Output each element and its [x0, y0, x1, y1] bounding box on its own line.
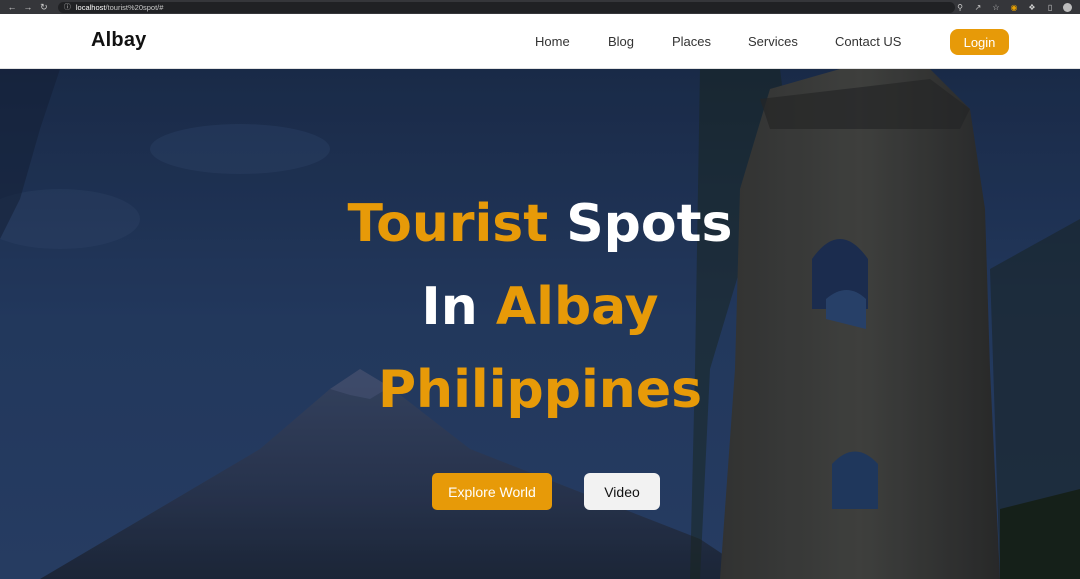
hero-title-line-1: Tourist Spots	[0, 194, 1080, 254]
nav-home[interactable]: Home	[535, 34, 570, 49]
hero-title-tourist: Tourist	[347, 194, 549, 254]
url-host: localhost	[75, 2, 106, 12]
back-arrow-icon[interactable]: ←	[4, 2, 20, 12]
info-icon[interactable]: ⓘ	[64, 2, 71, 12]
reload-icon[interactable]: ↻	[36, 2, 52, 13]
nav-services[interactable]: Services	[748, 34, 798, 49]
nav-blog[interactable]: Blog	[608, 34, 634, 49]
browser-actions: ⚲ ↗ ☆ ◉ ❖ ▯	[955, 2, 1080, 12]
nav-places[interactable]: Places	[672, 34, 711, 49]
sidebar-icon[interactable]: ▯	[1045, 3, 1055, 12]
hero-title-line-3: Philippines	[0, 360, 1080, 420]
profile-avatar[interactable]	[1063, 2, 1073, 12]
hero-section: Tourist Spots In Albay Philippines Explo…	[0, 69, 1080, 579]
explore-world-button[interactable]: Explore World	[432, 473, 552, 510]
hero-title-albay: Albay	[495, 277, 659, 337]
hero-title-spots: Spots	[566, 194, 733, 254]
nav-contact-us[interactable]: Contact US	[835, 34, 901, 49]
star-icon[interactable]: ☆	[991, 3, 1001, 12]
video-button[interactable]: Video	[584, 473, 660, 510]
address-bar[interactable]: ⓘ localhost/tourist%20spot/#	[57, 1, 956, 13]
forward-arrow-icon[interactable]: →	[20, 2, 36, 12]
extension-icon[interactable]: ◉	[1009, 3, 1019, 12]
hero-title-line-2: In Albay	[0, 277, 1080, 337]
share-icon[interactable]: ↗	[973, 3, 983, 12]
hero-title-in: In	[421, 277, 478, 337]
browser-toolbar: ← → ↻ ⓘ localhost/tourist%20spot/# ⚲ ↗ ☆…	[0, 0, 1080, 14]
hero-title-philippines: Philippines	[377, 360, 703, 420]
url-path: /tourist%20spot/#	[105, 2, 164, 12]
site-header: Albay Home Blog Places Services Contact …	[0, 14, 1080, 69]
puzzle-icon[interactable]: ❖	[1027, 3, 1037, 12]
login-button[interactable]: Login	[950, 29, 1009, 55]
site-logo[interactable]: Albay	[91, 29, 146, 52]
zoom-icon[interactable]: ⚲	[955, 3, 965, 12]
